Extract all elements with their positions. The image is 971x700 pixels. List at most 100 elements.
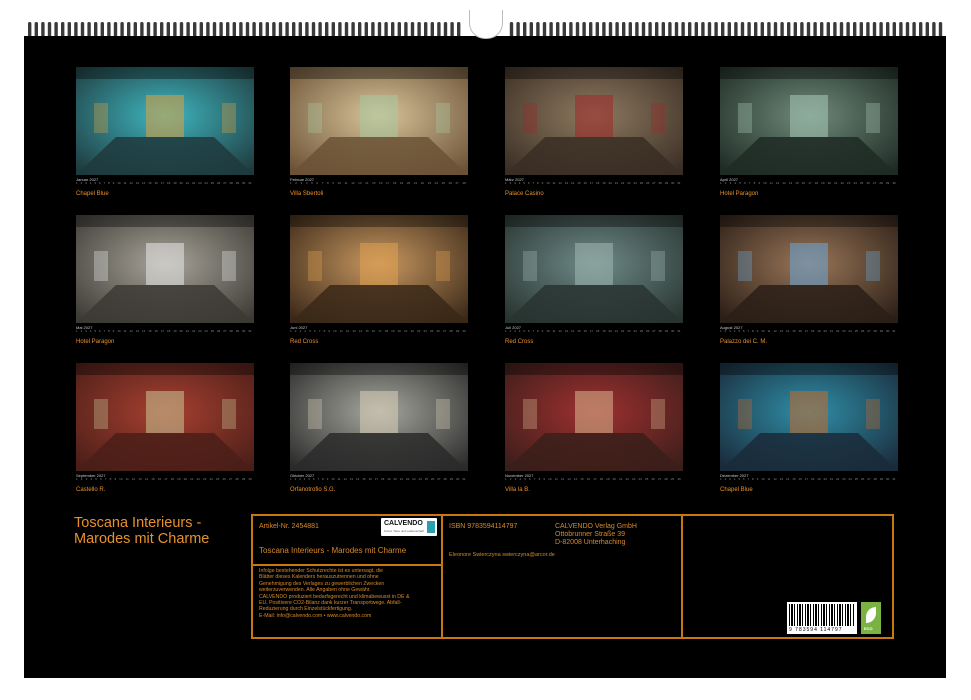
interior-photo — [505, 363, 683, 471]
side-window — [866, 399, 880, 429]
day-number: 13 — [352, 329, 356, 333]
spiral-ring — [760, 22, 764, 37]
spiral-ring — [641, 22, 646, 37]
day-number: 26 — [645, 329, 650, 333]
day-number: 1 — [720, 329, 722, 333]
day-number: 16 — [157, 477, 162, 481]
day-number: 4 — [518, 181, 521, 185]
day-number: 23 — [198, 181, 202, 185]
day-number: 15 — [372, 181, 376, 185]
day-number: 21 — [614, 181, 619, 185]
day-number: 4 — [304, 329, 307, 333]
month-panel: Oktober 2027 1 2 3 4 5 6 7 8 9 10 11 12 13 14 15 16 17 18 1… — [290, 363, 468, 503]
day-number: 9 — [756, 329, 759, 333]
info-box: Artikel-Nr. 2454881 CALVENDO Kunst, Tier… — [251, 514, 894, 639]
side-window — [523, 251, 537, 281]
day-number: 26 — [651, 477, 655, 481]
day-number: 22 — [196, 477, 200, 481]
spiral-ring — [905, 22, 910, 37]
publisher-line: Ottobrunner Straße 39 — [555, 531, 626, 538]
spiral-ring — [377, 22, 382, 37]
day-row: 1 2 3 4 5 6 7 8 9 10 11 12 13 14 15 16 17 18 19 20 21 22 23 24 2… — [720, 181, 896, 185]
spiral-ring — [542, 22, 547, 37]
day-number: 4 — [90, 477, 93, 481]
spiral-ring — [391, 22, 395, 37]
spiral-ring — [721, 22, 725, 37]
day-number: 13 — [779, 329, 784, 333]
photo-scene — [505, 363, 683, 471]
spiral-ring — [245, 22, 250, 37]
day-number: 20 — [612, 477, 616, 481]
spiral-ring — [839, 22, 844, 37]
title-line-2: Marodes mit Charme — [74, 531, 210, 547]
day-number: 31 — [248, 181, 252, 185]
window — [360, 243, 398, 285]
day-number: 15 — [148, 329, 152, 333]
photo-caption: Hotel Paragon — [720, 191, 759, 197]
calendar-title: Toscana Interieurs - Marodes mit Charme — [74, 515, 209, 547]
eco-label: ECO — [864, 626, 873, 631]
day-number: 17 — [589, 181, 594, 185]
spiral-ring — [146, 22, 151, 37]
spiral-ring — [133, 22, 137, 37]
month-panel: Februar 2027 1 2 3 4 5 6 7 8 9 10 11 12 13 14 15 16 17 18 1… — [290, 67, 468, 207]
day-number: 22 — [191, 181, 196, 185]
day-number: 30 — [241, 329, 246, 333]
day-number: 12 — [558, 181, 562, 185]
day-number: 22 — [840, 181, 844, 185]
day-number: 26 — [860, 329, 865, 333]
day-number: 27 — [228, 477, 233, 481]
day-number: 24 — [848, 329, 852, 333]
photo-scene — [505, 215, 683, 323]
day-number: 14 — [144, 477, 149, 481]
day-number: 11 — [337, 477, 341, 481]
day-number: 13 — [349, 477, 354, 481]
day-number: 6 — [528, 477, 531, 481]
day-number: 8 — [108, 181, 110, 185]
ceiling-shadow — [720, 215, 898, 227]
day-number: 21 — [829, 329, 834, 333]
day-number: 1 — [720, 181, 722, 185]
day-number: 18 — [599, 477, 604, 481]
day-number: 26 — [645, 181, 650, 185]
day-number: 17 — [589, 329, 594, 333]
interior-photo — [505, 215, 683, 323]
photo-scene — [720, 363, 898, 471]
day-number: 6 — [312, 477, 315, 481]
day-number: 20 — [827, 181, 831, 185]
day-number: 11 — [554, 477, 558, 481]
day-row: 1 2 3 4 5 6 7 8 9 10 11 12 13 14 15 16 17 18 19 20 21 22 23 24 2… — [505, 329, 681, 333]
day-number: 9 — [328, 329, 331, 333]
day-number: 29 — [235, 181, 240, 185]
day-number: 22 — [191, 329, 196, 333]
day-number: 31 — [677, 329, 681, 333]
interior-photo — [720, 215, 898, 323]
ceiling-shadow — [76, 363, 254, 375]
day-number: 9 — [332, 181, 334, 185]
day-number: 20 — [183, 477, 187, 481]
day-number: 23 — [632, 477, 636, 481]
day-number: 14 — [358, 329, 363, 333]
day-number: 29 — [241, 477, 246, 481]
day-number: 10 — [119, 477, 123, 481]
day-number: 14 — [365, 181, 369, 185]
photo-caption: Hotel Paragon — [76, 339, 115, 345]
day-number: 5 — [738, 329, 740, 333]
day-number: 24 — [638, 477, 642, 481]
day-number: 7 — [317, 477, 320, 481]
spiral-ring — [410, 22, 415, 37]
day-number: 30 — [892, 181, 896, 185]
side-window — [651, 399, 665, 429]
spiral-ring — [912, 22, 916, 37]
day-number: 17 — [808, 181, 812, 185]
day-number: 27 — [223, 329, 227, 333]
spiral-ring — [384, 22, 388, 37]
spiral-ring — [701, 22, 705, 37]
day-number: 15 — [792, 477, 796, 481]
day-number: 24 — [204, 329, 208, 333]
day-number: 2 — [80, 477, 83, 481]
day-number: 30 — [677, 477, 681, 481]
day-number: 22 — [620, 181, 625, 185]
day-number: 1 — [290, 329, 292, 333]
spiral-ring — [140, 22, 144, 37]
